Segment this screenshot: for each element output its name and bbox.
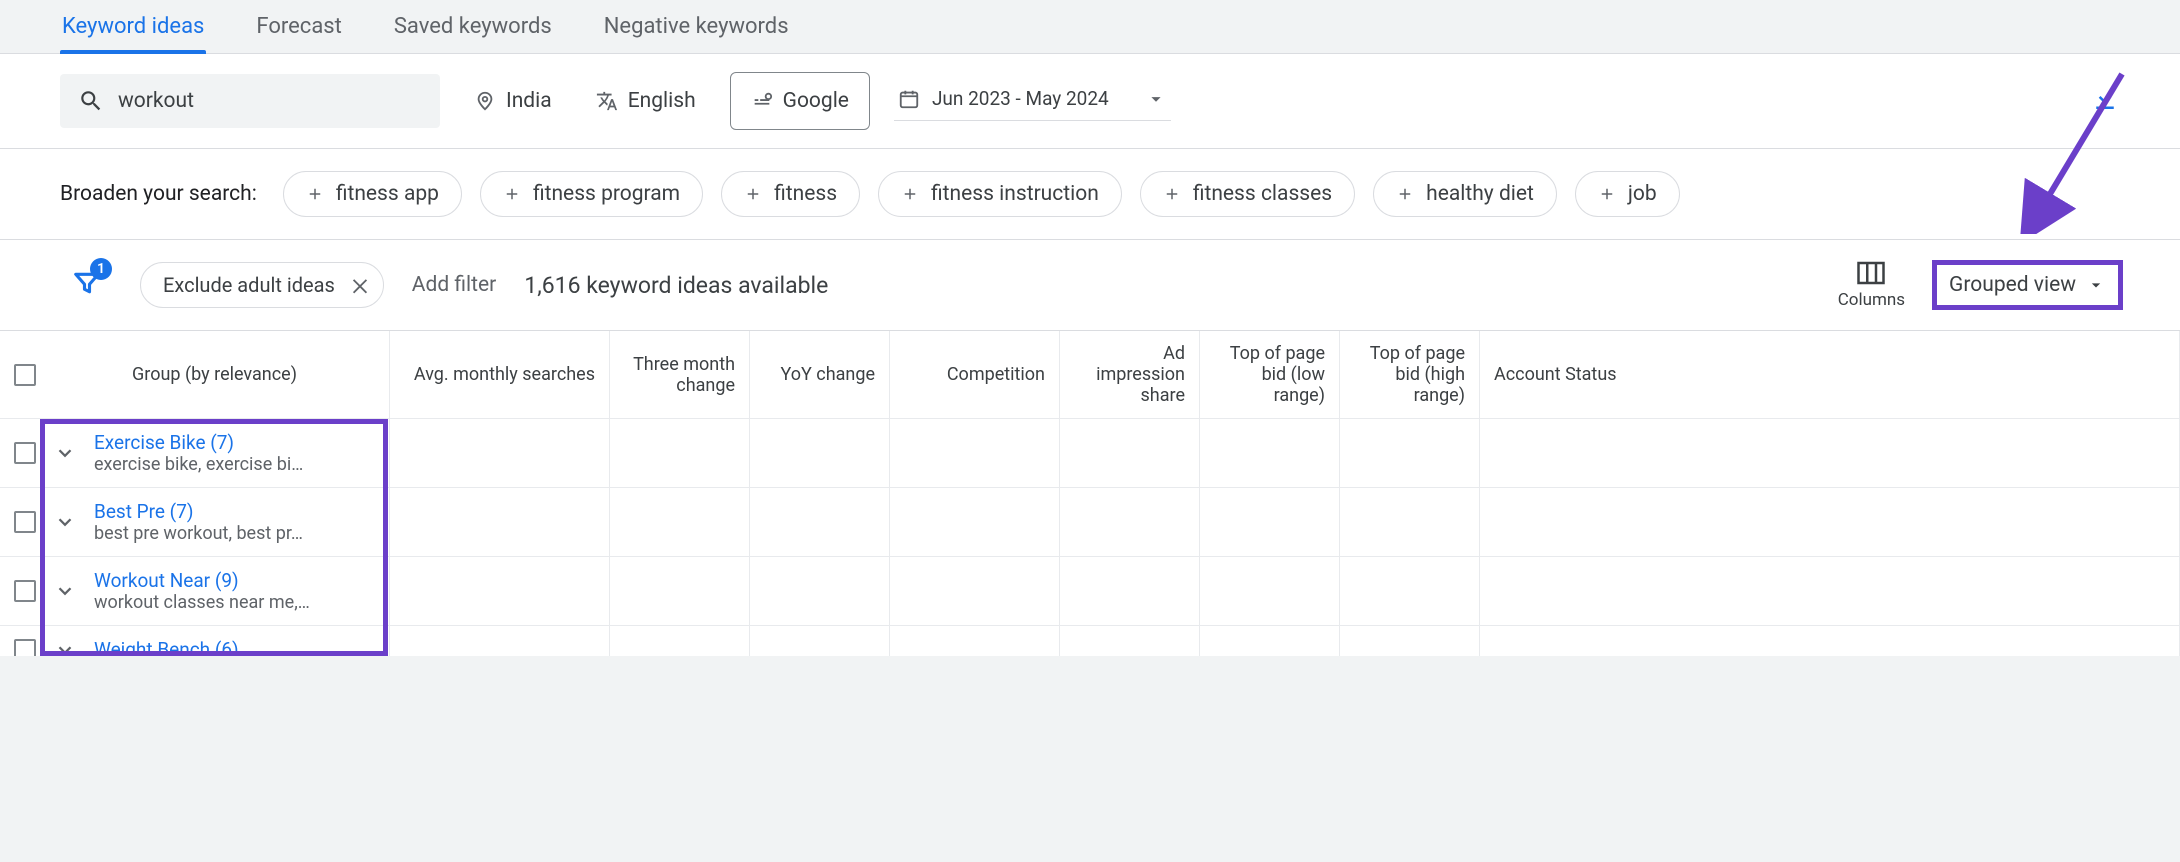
location-selector[interactable]: India bbox=[464, 81, 562, 121]
broaden-chip[interactable]: fitness app bbox=[283, 171, 462, 217]
download-button[interactable] bbox=[2090, 84, 2120, 119]
broaden-chip[interactable]: fitness instruction bbox=[878, 171, 1122, 217]
network-label: Google bbox=[783, 89, 849, 113]
group-subtitle: exercise bike, exercise bi… bbox=[94, 454, 303, 475]
close-icon[interactable] bbox=[349, 274, 371, 296]
broaden-chip[interactable]: fitness program bbox=[480, 171, 703, 217]
broaden-chip-label: job bbox=[1628, 182, 1657, 206]
broaden-chip-label: healthy diet bbox=[1426, 182, 1534, 206]
tab-saved-keywords[interactable]: Saved keywords bbox=[392, 8, 554, 53]
group-subtitle: workout classes near me,… bbox=[94, 592, 310, 613]
ideas-available-label: 1,616 keyword ideas available bbox=[524, 272, 828, 299]
language-label: English bbox=[628, 89, 696, 113]
search-input[interactable]: workout bbox=[60, 74, 440, 128]
table-row[interactable]: Weight Bench (6) bbox=[0, 626, 2180, 656]
broaden-label: Broaden your search: bbox=[60, 182, 257, 206]
table-row[interactable]: Workout Near (9) workout classes near me… bbox=[0, 557, 2180, 626]
broaden-chip-label: fitness program bbox=[533, 182, 680, 206]
filter-chip-label: Exclude adult ideas bbox=[163, 273, 335, 297]
col-three-month[interactable]: Three month change bbox=[610, 331, 750, 419]
filter-chip-exclude-adult[interactable]: Exclude adult ideas bbox=[140, 262, 384, 308]
add-filter-button[interactable]: Add filter bbox=[412, 273, 496, 297]
broaden-row: Broaden your search: fitness app fitness… bbox=[0, 149, 2180, 240]
table-row[interactable]: Best Pre (7) best pre workout, best pr… bbox=[0, 488, 2180, 557]
chevron-down-icon[interactable] bbox=[54, 442, 76, 464]
view-toggle-label: Grouped view bbox=[1949, 273, 2076, 297]
location-pin-icon bbox=[474, 90, 496, 112]
chevron-down-icon bbox=[1145, 88, 1167, 110]
plus-icon bbox=[1396, 185, 1414, 203]
col-yoy[interactable]: YoY change bbox=[750, 331, 890, 419]
group-rows: Exercise Bike (7) exercise bike, exercis… bbox=[0, 419, 2180, 656]
chevron-down-icon[interactable] bbox=[54, 511, 76, 533]
plus-icon bbox=[744, 185, 762, 203]
plus-icon bbox=[1163, 185, 1181, 203]
col-avg-searches[interactable]: Avg. monthly searches bbox=[390, 331, 610, 419]
results-table: Group (by relevance) Avg. monthly search… bbox=[0, 331, 2180, 656]
calendar-icon bbox=[898, 88, 920, 110]
tab-forecast[interactable]: Forecast bbox=[254, 8, 343, 53]
language-selector[interactable]: English bbox=[586, 81, 706, 121]
filter-row: 1 Exclude adult ideas Add filter 1,616 k… bbox=[0, 240, 2180, 331]
col-bid-high[interactable]: Top of page bid (high range) bbox=[1340, 331, 1480, 419]
columns-button[interactable]: Columns bbox=[1838, 260, 1905, 310]
broaden-chip[interactable]: healthy diet bbox=[1373, 171, 1557, 217]
broaden-chip[interactable]: fitness bbox=[721, 171, 860, 217]
search-term: workout bbox=[118, 89, 194, 113]
download-icon bbox=[2090, 84, 2120, 114]
col-group[interactable]: Group (by relevance) bbox=[0, 331, 390, 419]
chevron-down-icon[interactable] bbox=[54, 639, 76, 657]
broaden-chip-label: fitness app bbox=[336, 182, 439, 206]
plus-icon bbox=[901, 185, 919, 203]
date-range-label: Jun 2023 - May 2024 bbox=[932, 87, 1109, 110]
chevron-down-icon bbox=[2086, 275, 2106, 295]
columns-label: Columns bbox=[1838, 290, 1905, 310]
broaden-chip-label: fitness instruction bbox=[931, 182, 1099, 206]
chevron-down-icon[interactable] bbox=[54, 580, 76, 602]
network-icon bbox=[751, 90, 773, 112]
row-checkbox[interactable] bbox=[14, 639, 36, 657]
tabs-bar: Keyword ideas Forecast Saved keywords Ne… bbox=[0, 0, 2180, 54]
row-checkbox[interactable] bbox=[14, 511, 36, 533]
view-toggle[interactable]: Grouped view bbox=[1935, 263, 2120, 307]
plus-icon bbox=[503, 185, 521, 203]
broaden-chip[interactable]: job bbox=[1575, 171, 1680, 217]
tab-negative-keywords[interactable]: Negative keywords bbox=[602, 8, 791, 53]
network-selector[interactable]: Google bbox=[730, 72, 870, 130]
table-row[interactable]: Exercise Bike (7) exercise bike, exercis… bbox=[0, 419, 2180, 488]
location-label: India bbox=[506, 89, 552, 113]
broaden-chip[interactable]: fitness classes bbox=[1140, 171, 1355, 217]
filter-count-badge: 1 bbox=[90, 258, 112, 280]
col-group-label: Group (by relevance) bbox=[54, 364, 375, 385]
col-account-status[interactable]: Account Status bbox=[1480, 331, 2180, 419]
group-subtitle: best pre workout, best pr… bbox=[94, 523, 303, 544]
columns-icon bbox=[1856, 260, 1886, 286]
col-ad-impression[interactable]: Ad impression share bbox=[1060, 331, 1200, 419]
tab-keyword-ideas[interactable]: Keyword ideas bbox=[60, 8, 206, 53]
col-competition[interactable]: Competition bbox=[890, 331, 1060, 419]
row-checkbox[interactable] bbox=[14, 580, 36, 602]
broaden-chip-label: fitness bbox=[774, 182, 837, 206]
plus-icon bbox=[1598, 185, 1616, 203]
controls-row: workout India English Google Jun 2023 - … bbox=[0, 54, 2180, 149]
filter-funnel-button[interactable]: 1 bbox=[72, 268, 102, 303]
group-title: Best Pre (7) bbox=[94, 500, 303, 523]
col-bid-low[interactable]: Top of page bid (low range) bbox=[1200, 331, 1340, 419]
select-all-checkbox[interactable] bbox=[14, 364, 36, 386]
search-icon bbox=[78, 88, 104, 114]
translate-icon bbox=[596, 90, 618, 112]
group-title: Exercise Bike (7) bbox=[94, 431, 303, 454]
group-title: Workout Near (9) bbox=[94, 569, 310, 592]
row-checkbox[interactable] bbox=[14, 442, 36, 464]
group-title: Weight Bench (6) bbox=[94, 638, 239, 656]
plus-icon bbox=[306, 185, 324, 203]
table-header: Group (by relevance) Avg. monthly search… bbox=[0, 331, 2180, 419]
broaden-chip-label: fitness classes bbox=[1193, 182, 1332, 206]
date-range-selector[interactable]: Jun 2023 - May 2024 bbox=[894, 81, 1171, 121]
